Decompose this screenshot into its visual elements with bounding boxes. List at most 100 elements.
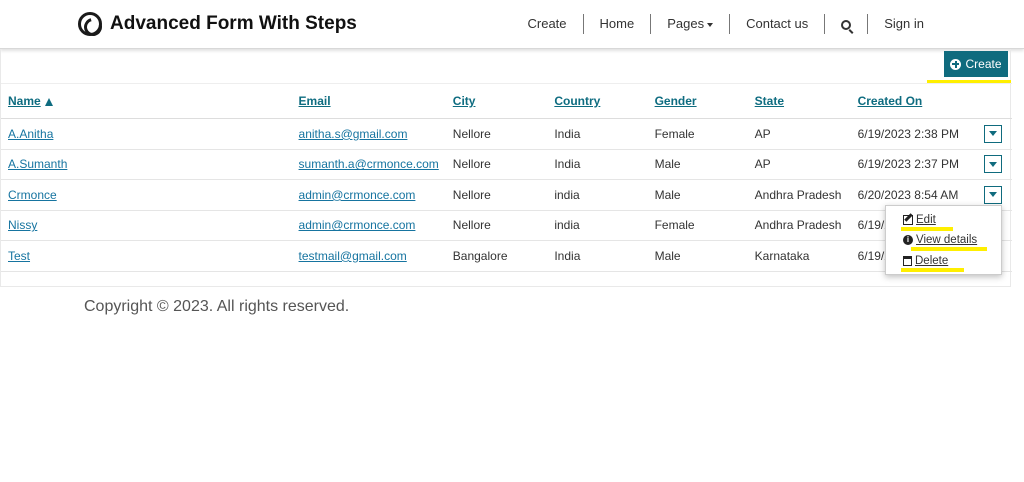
record-link[interactable]: A.Anitha (8, 127, 53, 141)
column-header-state[interactable]: State (747, 83, 851, 119)
table-row: Test testmail@gmail.com Bangalore India … (1, 240, 1012, 272)
brand[interactable]: Advanced Form With Steps (78, 10, 357, 38)
records-table: Name Email City Country Gender State Cre… (1, 83, 1012, 272)
brand-title: Advanced Form With Steps (110, 13, 357, 34)
cell-country: india (547, 210, 648, 241)
row-actions-button[interactable] (984, 155, 1003, 174)
cell-gender: Female (647, 210, 748, 241)
cell-email: anitha.s@gmail.com (291, 118, 446, 150)
table-header-row: Name Email City Country Gender State Cre… (1, 83, 1012, 119)
menu-item-delete[interactable]: Delete (903, 255, 948, 267)
record-link[interactable]: Test (8, 249, 30, 263)
column-header-name[interactable]: Name (1, 83, 292, 119)
cell-email: testmail@gmail.com (291, 240, 446, 272)
record-link[interactable]: Nissy (8, 218, 37, 232)
menu-item-label: View details (916, 234, 978, 246)
cell-email: admin@crmonce.com (291, 179, 446, 211)
email-link[interactable]: anitha.s@gmail.com (299, 127, 408, 141)
nav-create[interactable]: Create (512, 14, 583, 34)
cell-country: India (547, 240, 648, 272)
cell-state: Karnataka (747, 240, 851, 272)
nav-search[interactable] (824, 14, 867, 34)
cell-name: A.Sumanth (1, 149, 292, 180)
menu-item-view-details[interactable]: i View details (903, 234, 977, 246)
chevron-down-icon (989, 131, 998, 137)
cell-gender: Male (647, 240, 748, 272)
table-row: Crmonce admin@crmonce.com Nellore india … (1, 179, 1012, 211)
cell-city: Nellore (445, 179, 548, 211)
cell-created-on: 6/19/2023 2:37 PM (850, 149, 978, 180)
edit-icon (903, 215, 913, 225)
table-row: A.Anitha anitha.s@gmail.com Nellore Indi… (1, 118, 1012, 150)
search-icon (841, 19, 852, 30)
column-header-country[interactable]: Country (547, 83, 648, 119)
column-header-label[interactable]: Created On (858, 94, 923, 108)
table-row: A.Sumanth sumanth.a@crmonce.com Nellore … (1, 149, 1012, 180)
cell-email: sumanth.a@crmonce.com (291, 149, 446, 180)
cell-email: admin@crmonce.com (291, 210, 446, 241)
record-link[interactable]: A.Sumanth (8, 157, 67, 171)
column-header-city[interactable]: City (445, 83, 548, 119)
create-button[interactable]: Create (944, 51, 1008, 77)
cell-city: Bangalore (445, 240, 548, 272)
highlight-mark (911, 247, 987, 251)
email-link[interactable]: testmail@gmail.com (299, 249, 407, 263)
column-header-label[interactable]: Name (8, 94, 41, 108)
sort-ascending-icon (44, 98, 53, 106)
cell-state: AP (747, 118, 851, 150)
nav-pages-label: Pages (667, 16, 705, 31)
column-header-label[interactable]: State (755, 94, 784, 108)
cell-country: India (547, 118, 648, 150)
column-header-label[interactable]: Country (554, 94, 600, 108)
column-header-label[interactable]: Gender (655, 94, 697, 108)
cell-name: Crmonce (1, 179, 292, 211)
footer-copyright: Copyright © 2023. All rights reserved. (84, 298, 350, 315)
cell-gender: Female (647, 118, 748, 150)
cell-city: Nellore (445, 118, 548, 150)
cell-actions (977, 118, 1012, 150)
cell-gender: Male (647, 149, 748, 180)
cell-state: AP (747, 149, 851, 180)
cell-country: India (547, 149, 648, 180)
email-link[interactable]: admin@crmonce.com (299, 188, 416, 202)
highlight-mark (901, 227, 953, 231)
highlight-mark (901, 268, 964, 272)
entity-grid: Create Name Email City Country Gender St… (0, 49, 1012, 287)
column-header-created-on[interactable]: Created On (850, 83, 978, 119)
column-header-label[interactable]: Email (299, 94, 331, 108)
caret-down-icon (707, 22, 714, 27)
chevron-down-icon (989, 161, 998, 167)
cell-state: Andhra Pradesh (747, 210, 851, 241)
cell-actions (977, 149, 1012, 180)
info-icon: i (903, 235, 913, 245)
column-header-email[interactable]: Email (291, 83, 446, 119)
nav-sign-in[interactable]: Sign in (867, 14, 940, 34)
cell-created-on: 6/19/2023 2:38 PM (850, 118, 978, 150)
cell-country: india (547, 179, 648, 211)
nav-pages[interactable]: Pages (650, 14, 729, 34)
logo-icon (78, 12, 102, 36)
record-link[interactable]: Crmonce (8, 188, 57, 202)
nav-home[interactable]: Home (582, 14, 651, 34)
menu-item-edit[interactable]: Edit (903, 214, 936, 226)
row-actions-button[interactable] (984, 124, 1003, 143)
nav-contact-us[interactable]: Contact us (729, 14, 824, 34)
cell-gender: Male (647, 179, 748, 211)
column-header-gender[interactable]: Gender (647, 83, 748, 119)
main-nav: Create Home Pages Contact us Sign in (512, 14, 941, 34)
cell-name: Nissy (1, 210, 292, 241)
row-actions-menu: Edit i View details Delete (885, 205, 1002, 275)
table-row: Nissy admin@crmonce.com Nellore india Fe… (1, 210, 1012, 241)
cell-state: Andhra Pradesh (747, 179, 851, 211)
menu-item-label: Delete (915, 255, 949, 267)
row-actions-button[interactable] (984, 185, 1003, 204)
cell-name: A.Anitha (1, 118, 292, 150)
column-header-label[interactable]: City (453, 94, 476, 108)
column-header-actions (977, 83, 1012, 119)
create-button-label: Create (965, 57, 1002, 71)
menu-item-label: Edit (916, 214, 936, 226)
email-link[interactable]: admin@crmonce.com (299, 218, 416, 232)
top-navbar: Advanced Form With Steps Create Home Pag… (0, 0, 1024, 49)
email-link[interactable]: sumanth.a@crmonce.com (299, 157, 439, 171)
cell-city: Nellore (445, 149, 548, 180)
